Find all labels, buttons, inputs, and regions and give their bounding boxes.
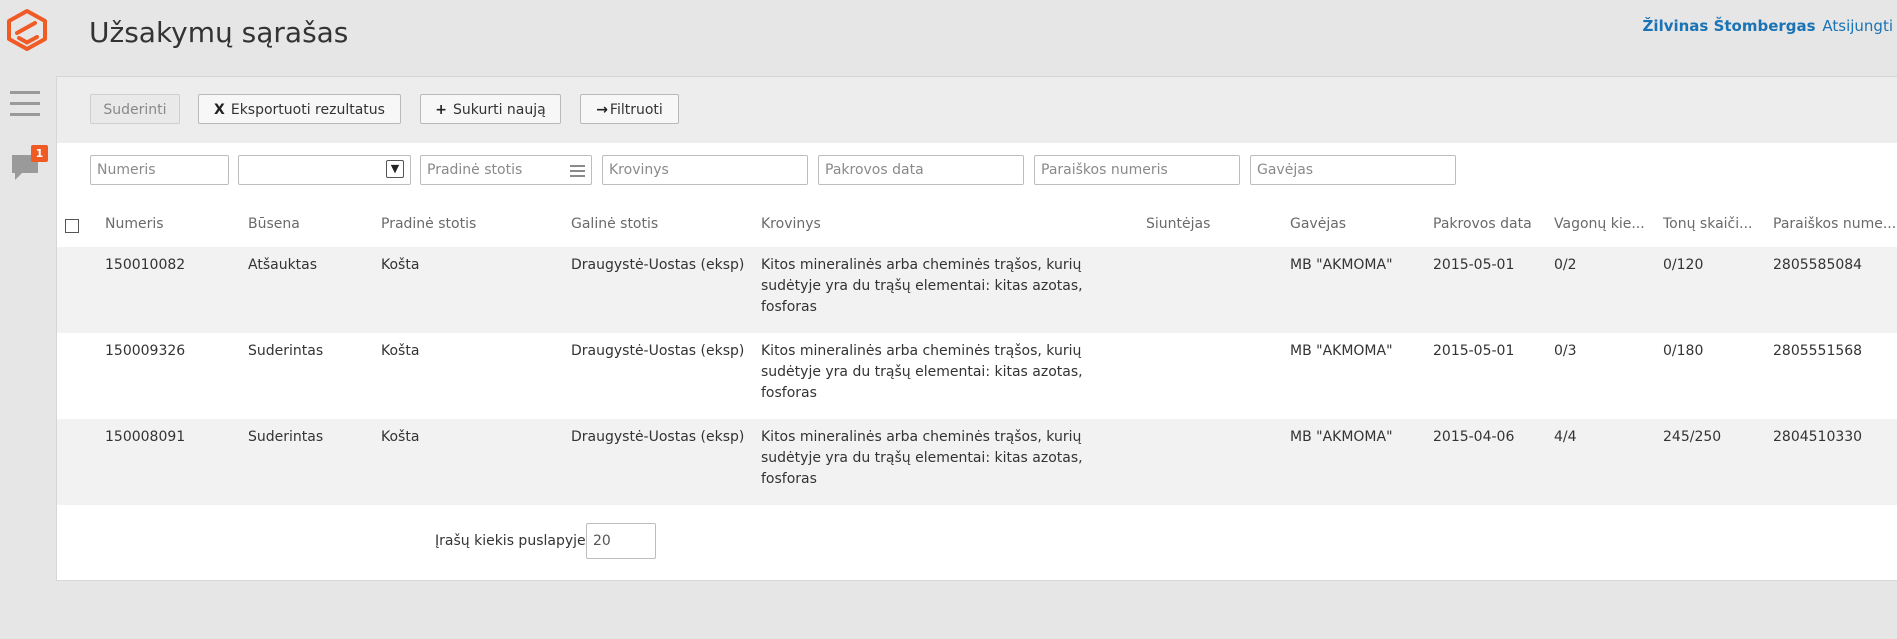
cell-receiver: MB "AKMOMA" [1290,429,1393,445]
cell-receiver: MB "AKMOMA" [1290,343,1393,359]
status-filter-select[interactable]: ▼ [238,155,411,185]
page-size-label: Įrašų kiekis puslapyje [435,533,586,549]
cell-start-station: Košta [381,343,420,359]
hamburger-icon[interactable] [10,91,40,117]
number-filter-placeholder: Numeris [97,162,156,178]
cell-start-station: Košta [381,257,420,273]
cell-end-station: Draugystė-Uostas (eksp) [571,429,745,445]
cell-end-station: Draugystė-Uostas (eksp) [571,257,745,273]
cell-cargo: Kitos mineralinės arba cheminės trąšos, … [761,429,1083,487]
approve-label: Suderinti [103,102,167,118]
cargo-filter-placeholder: Krovinys [609,162,669,178]
cell-tons: 0/120 [1663,257,1704,273]
column-header[interactable]: Tonų skaiči... [1663,216,1753,232]
filter-row: Numeris ▼ Pradinė stotis Krovinys Pakrov… [57,155,1897,189]
arrow-right-icon: → [596,102,608,118]
plus-icon: + [435,102,448,118]
export-button[interactable]: X Eksportuoti rezultatus [198,94,401,124]
cell-loading-date: 2015-05-01 [1433,343,1515,359]
cell-number: 150009326 [105,343,186,359]
loading-date-filter[interactable]: Pakrovos data [818,155,1024,185]
table-row[interactable]: 150010082 Atšauktas Košta Draugystė-Uost… [57,247,1897,333]
export-label: Eksportuoti rezultatus [230,102,385,118]
table-header: Numeris Būsena Pradinė stotis Galinė sto… [57,205,1897,245]
column-header[interactable]: Pakrovos data [1433,216,1532,232]
cell-application-number: 2805551568 [1773,343,1863,359]
select-all-checkbox[interactable] [65,219,79,233]
logo-icon [7,9,47,51]
cargo-filter[interactable]: Krovinys [602,155,808,185]
cell-cargo: Kitos mineralinės arba cheminės trąšos, … [761,257,1083,315]
page-size-input[interactable]: 20 [586,523,656,559]
excel-icon: X [214,102,225,118]
table-row[interactable]: 150008091 Suderintas Košta Draugystė-Uos… [57,419,1897,505]
table-row[interactable]: 150009326 Suderintas Košta Draugystė-Uos… [57,333,1897,419]
filter-label: Filtruoti [609,102,663,118]
cell-number: 150010082 [105,257,186,273]
cell-end-station: Draugystė-Uostas (eksp) [571,343,745,359]
approve-button[interactable]: Suderinti [90,94,180,124]
cell-start-station: Košta [381,429,420,445]
number-filter[interactable]: Numeris [90,155,229,185]
cell-loading-date: 2015-04-06 [1433,429,1515,445]
page-title: Užsakymų sąrašas [89,16,349,49]
receiver-filter-placeholder: Gavėjas [1257,162,1314,178]
column-header[interactable]: Būsena [248,216,300,232]
pager: Įrašų kiekis puslapyje 20 [57,523,1897,563]
comments-badge: 1 [31,145,48,162]
column-header[interactable]: Vagonų kie... [1554,216,1645,232]
chevron-down-icon: ▼ [386,160,404,178]
column-header[interactable]: Siuntėjas [1146,216,1210,232]
create-button[interactable]: + Sukurti naują [420,94,561,124]
cell-cargo: Kitos mineralinės arba cheminės trąšos, … [761,343,1083,401]
comments-button[interactable]: 1 [11,145,51,185]
cell-wagons: 0/3 [1554,343,1577,359]
list-icon [570,165,585,180]
user-area: Žilvinas Štombergas Atsijungti [1643,17,1893,35]
create-label: Sukurti naują [453,102,546,118]
cell-tons: 245/250 [1663,429,1722,445]
column-header[interactable]: Pradinė stotis [381,216,476,232]
loading-date-filter-placeholder: Pakrovos data [825,162,924,178]
cell-status: Atšauktas [248,257,318,273]
cell-wagons: 4/4 [1554,429,1577,445]
cell-loading-date: 2015-05-01 [1433,257,1515,273]
start-station-filter-placeholder: Pradinė stotis [427,162,523,178]
application-number-filter-placeholder: Paraiškos numeris [1041,162,1168,178]
receiver-filter[interactable]: Gavėjas [1250,155,1456,185]
start-station-filter[interactable]: Pradinė stotis [420,155,592,185]
cell-number: 150008091 [105,429,186,445]
cell-wagons: 0/2 [1554,257,1577,273]
filter-button[interactable]: → Filtruoti [580,94,679,124]
toolbar: Suderinti X Eksportuoti rezultatus + Sukur… [57,77,1897,143]
cell-receiver: MB "AKMOMA" [1290,257,1393,273]
column-header[interactable]: Krovinys [761,216,821,232]
user-name[interactable]: Žilvinas Štombergas [1643,17,1816,35]
logout-link[interactable]: Atsijungti [1822,17,1893,35]
cell-application-number: 2805585084 [1773,257,1863,273]
cell-status: Suderintas [248,343,324,359]
cell-application-number: 2804510330 [1773,429,1863,445]
cell-tons: 0/180 [1663,343,1704,359]
main-panel: Suderinti X Eksportuoti rezultatus + Sukur… [56,76,1897,581]
column-header[interactable]: Numeris [105,216,164,232]
application-number-filter[interactable]: Paraiškos numeris [1034,155,1240,185]
column-header[interactable]: Galinė stotis [571,216,658,232]
column-header[interactable]: Paraiškos nume... [1773,216,1896,232]
cell-status: Suderintas [248,429,324,445]
column-header[interactable]: Gavėjas [1290,216,1346,232]
